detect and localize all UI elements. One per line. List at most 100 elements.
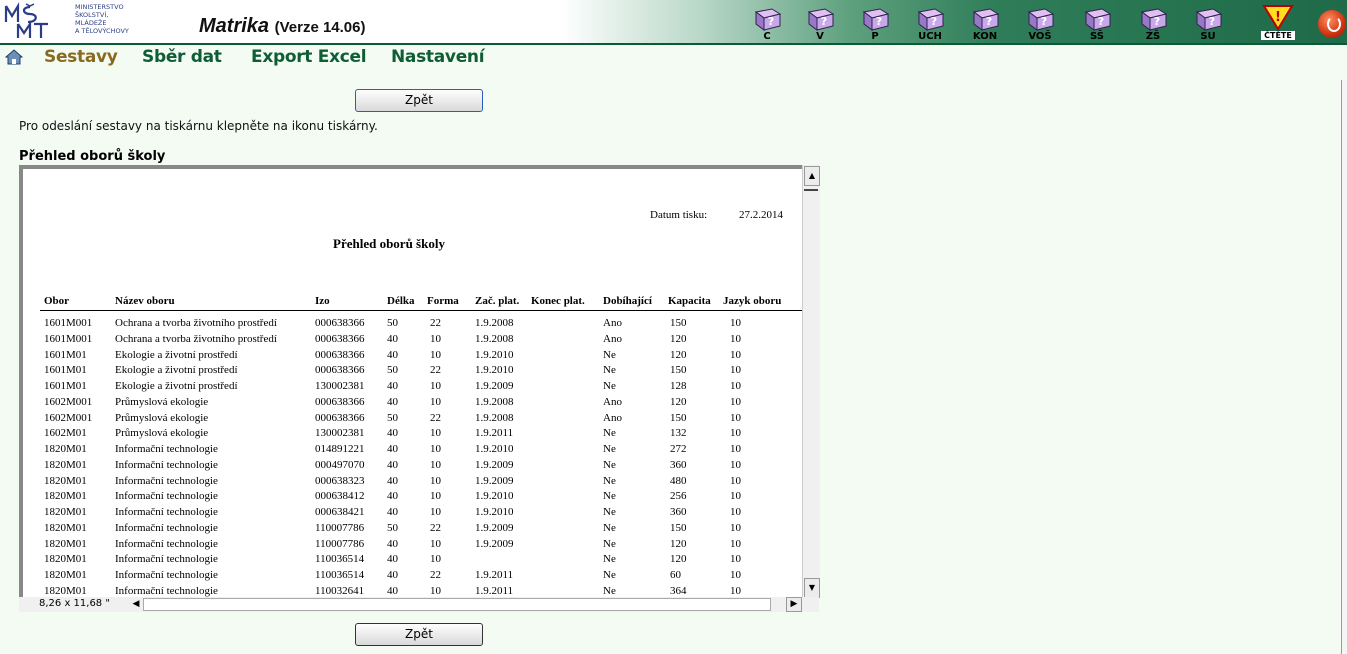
svg-text:?: ? bbox=[1041, 15, 1047, 28]
table-cell: 1.9.2009 bbox=[475, 521, 514, 534]
toolbar-button-8[interactable]: ? SU bbox=[1191, 8, 1225, 42]
column-header: Izo bbox=[315, 295, 330, 307]
table-cell: 40 bbox=[387, 458, 398, 471]
table-cell: Průmyslová ekologie bbox=[115, 395, 209, 408]
table-cell: 40 bbox=[387, 348, 398, 361]
table-cell: 480 bbox=[670, 474, 687, 487]
table-cell: Ne bbox=[603, 474, 616, 487]
table-cell: 10 bbox=[430, 443, 441, 455]
read-me-warning-button[interactable]: ! ČTĚTE bbox=[1261, 4, 1295, 42]
vertical-scrollbar[interactable]: ▲ ▼ bbox=[802, 165, 820, 598]
main-menu: Sestavy Sběr dat Export Excel Nastavení bbox=[0, 45, 1347, 71]
table-cell: 10 bbox=[730, 537, 741, 550]
table-cell: 10 bbox=[730, 584, 741, 597]
table-cell: 000638366 bbox=[315, 332, 365, 345]
home-icon[interactable] bbox=[5, 48, 23, 66]
svg-text:?: ? bbox=[768, 15, 774, 28]
table-cell: 1.9.2009 bbox=[475, 537, 514, 550]
table-cell: Ne bbox=[603, 584, 616, 597]
toolbar-label: P bbox=[871, 31, 879, 42]
table-cell: Ne bbox=[603, 569, 616, 581]
table-cell: 1820M01 bbox=[44, 569, 87, 581]
report-viewer: Datum tisku: 27.2.2014 Přehled oborů ško… bbox=[19, 165, 820, 612]
table-cell: 40 bbox=[387, 553, 398, 566]
menu-nastaveni[interactable]: Nastavení bbox=[391, 47, 485, 67]
menu-export-excel[interactable]: Export Excel bbox=[251, 47, 367, 67]
book-uch-icon: ? bbox=[917, 8, 945, 31]
table-cell: 150 bbox=[670, 411, 687, 424]
table-cell: 10 bbox=[730, 332, 741, 345]
table-cell: 110007786 bbox=[315, 537, 365, 550]
scroll-down-button[interactable]: ▼ bbox=[804, 578, 820, 598]
back-button-bottom[interactable]: Zpět bbox=[355, 623, 483, 646]
table-cell: Ne bbox=[603, 427, 616, 440]
msmt-logo bbox=[4, 2, 48, 38]
table-cell: 1820M01 bbox=[44, 553, 87, 566]
table-cell: 1601M01 bbox=[44, 348, 87, 361]
book-p-icon: ? bbox=[862, 8, 890, 31]
logout-power-icon[interactable] bbox=[1318, 10, 1346, 38]
page-scrollbar[interactable] bbox=[1341, 80, 1347, 654]
table-cell: 22 bbox=[430, 317, 441, 329]
ministry-name: MINISTERSTVO ŠKOLSTVÍ, MLÁDEŽE A TĚLOVÝC… bbox=[75, 3, 129, 35]
table-cell: 1820M01 bbox=[44, 443, 87, 455]
toolbar-button-6[interactable]: ? SŠ bbox=[1080, 8, 1114, 42]
book-zs-icon: ? bbox=[1140, 8, 1168, 31]
table-cell: 364 bbox=[670, 584, 687, 597]
table-cell: Ano bbox=[603, 395, 622, 408]
table-cell: 1.9.2010 bbox=[475, 348, 514, 361]
table-cell: 120 bbox=[670, 395, 687, 408]
table-cell: 40 bbox=[387, 474, 398, 487]
table-cell: 1.9.2008 bbox=[475, 332, 514, 345]
column-header: Název oboru bbox=[115, 295, 175, 307]
table-cell: 40 bbox=[387, 537, 398, 550]
table-cell: 40 bbox=[387, 427, 398, 440]
table-cell: 40 bbox=[387, 395, 398, 408]
toolbar-button-3[interactable]: ? UCH bbox=[913, 8, 947, 42]
table-cell: 132 bbox=[670, 427, 687, 440]
table-cell: Ano bbox=[603, 317, 622, 329]
table-cell: 10 bbox=[730, 521, 741, 534]
column-header: Dobíhající bbox=[603, 295, 652, 307]
table-cell: 10 bbox=[730, 411, 741, 424]
app-header: MINISTERSTVO ŠKOLSTVÍ, MLÁDEŽE A TĚLOVÝC… bbox=[0, 0, 1347, 45]
report-page[interactable]: Datum tisku: 27.2.2014 Přehled oborů ško… bbox=[23, 169, 802, 600]
table-cell: 150 bbox=[670, 521, 687, 534]
toolbar-button-0[interactable]: ? C bbox=[750, 8, 784, 42]
table-cell: 000638323 bbox=[315, 474, 365, 487]
column-header: Zač. plat. bbox=[475, 295, 520, 307]
scroll-right-button[interactable]: ▶ bbox=[786, 597, 802, 612]
table-cell: Ne bbox=[603, 553, 616, 566]
scroll-thumb[interactable] bbox=[804, 189, 818, 191]
table-cell: Ne bbox=[603, 443, 616, 455]
scroll-left-button[interactable]: ◀ bbox=[130, 598, 142, 610]
horizontal-scrollbar[interactable] bbox=[143, 598, 771, 611]
table-cell: 120 bbox=[670, 537, 687, 550]
toolbar-label: C bbox=[763, 31, 771, 42]
table-cell: 40 bbox=[387, 443, 398, 455]
table-cell: 120 bbox=[670, 553, 687, 566]
table-cell: 22 bbox=[430, 364, 441, 377]
table-cell: 110032641 bbox=[315, 584, 365, 597]
toolbar-button-1[interactable]: ? V bbox=[803, 8, 837, 42]
toolbar-button-7[interactable]: ? ZŠ bbox=[1136, 8, 1170, 42]
toolbar-button-4[interactable]: ? KON bbox=[968, 8, 1002, 42]
table-cell: 10 bbox=[730, 506, 741, 518]
table-cell: 10 bbox=[430, 490, 441, 503]
menu-sestavy[interactable]: Sestavy bbox=[44, 47, 118, 67]
app-title: Matrika (Verze 14.06) bbox=[199, 15, 366, 38]
table-cell: 10 bbox=[430, 458, 441, 471]
table-cell: 10 bbox=[730, 553, 741, 566]
back-button-top[interactable]: Zpět bbox=[355, 89, 483, 112]
menu-sber-dat[interactable]: Sběr dat bbox=[142, 47, 222, 67]
table-cell: 1602M001 bbox=[44, 411, 93, 424]
column-header: Délka bbox=[387, 295, 415, 307]
table-cell: 000638412 bbox=[315, 490, 365, 503]
toolbar-button-5[interactable]: ? VOŠ bbox=[1023, 8, 1057, 42]
book-su-icon: ? bbox=[1195, 8, 1223, 31]
table-cell: Informační technologie bbox=[115, 490, 218, 503]
scroll-up-button[interactable]: ▲ bbox=[804, 166, 820, 186]
toolbar-button-2[interactable]: ? P bbox=[858, 8, 892, 42]
table-cell: Ano bbox=[603, 332, 622, 345]
table-cell: Informační technologie bbox=[115, 584, 218, 597]
